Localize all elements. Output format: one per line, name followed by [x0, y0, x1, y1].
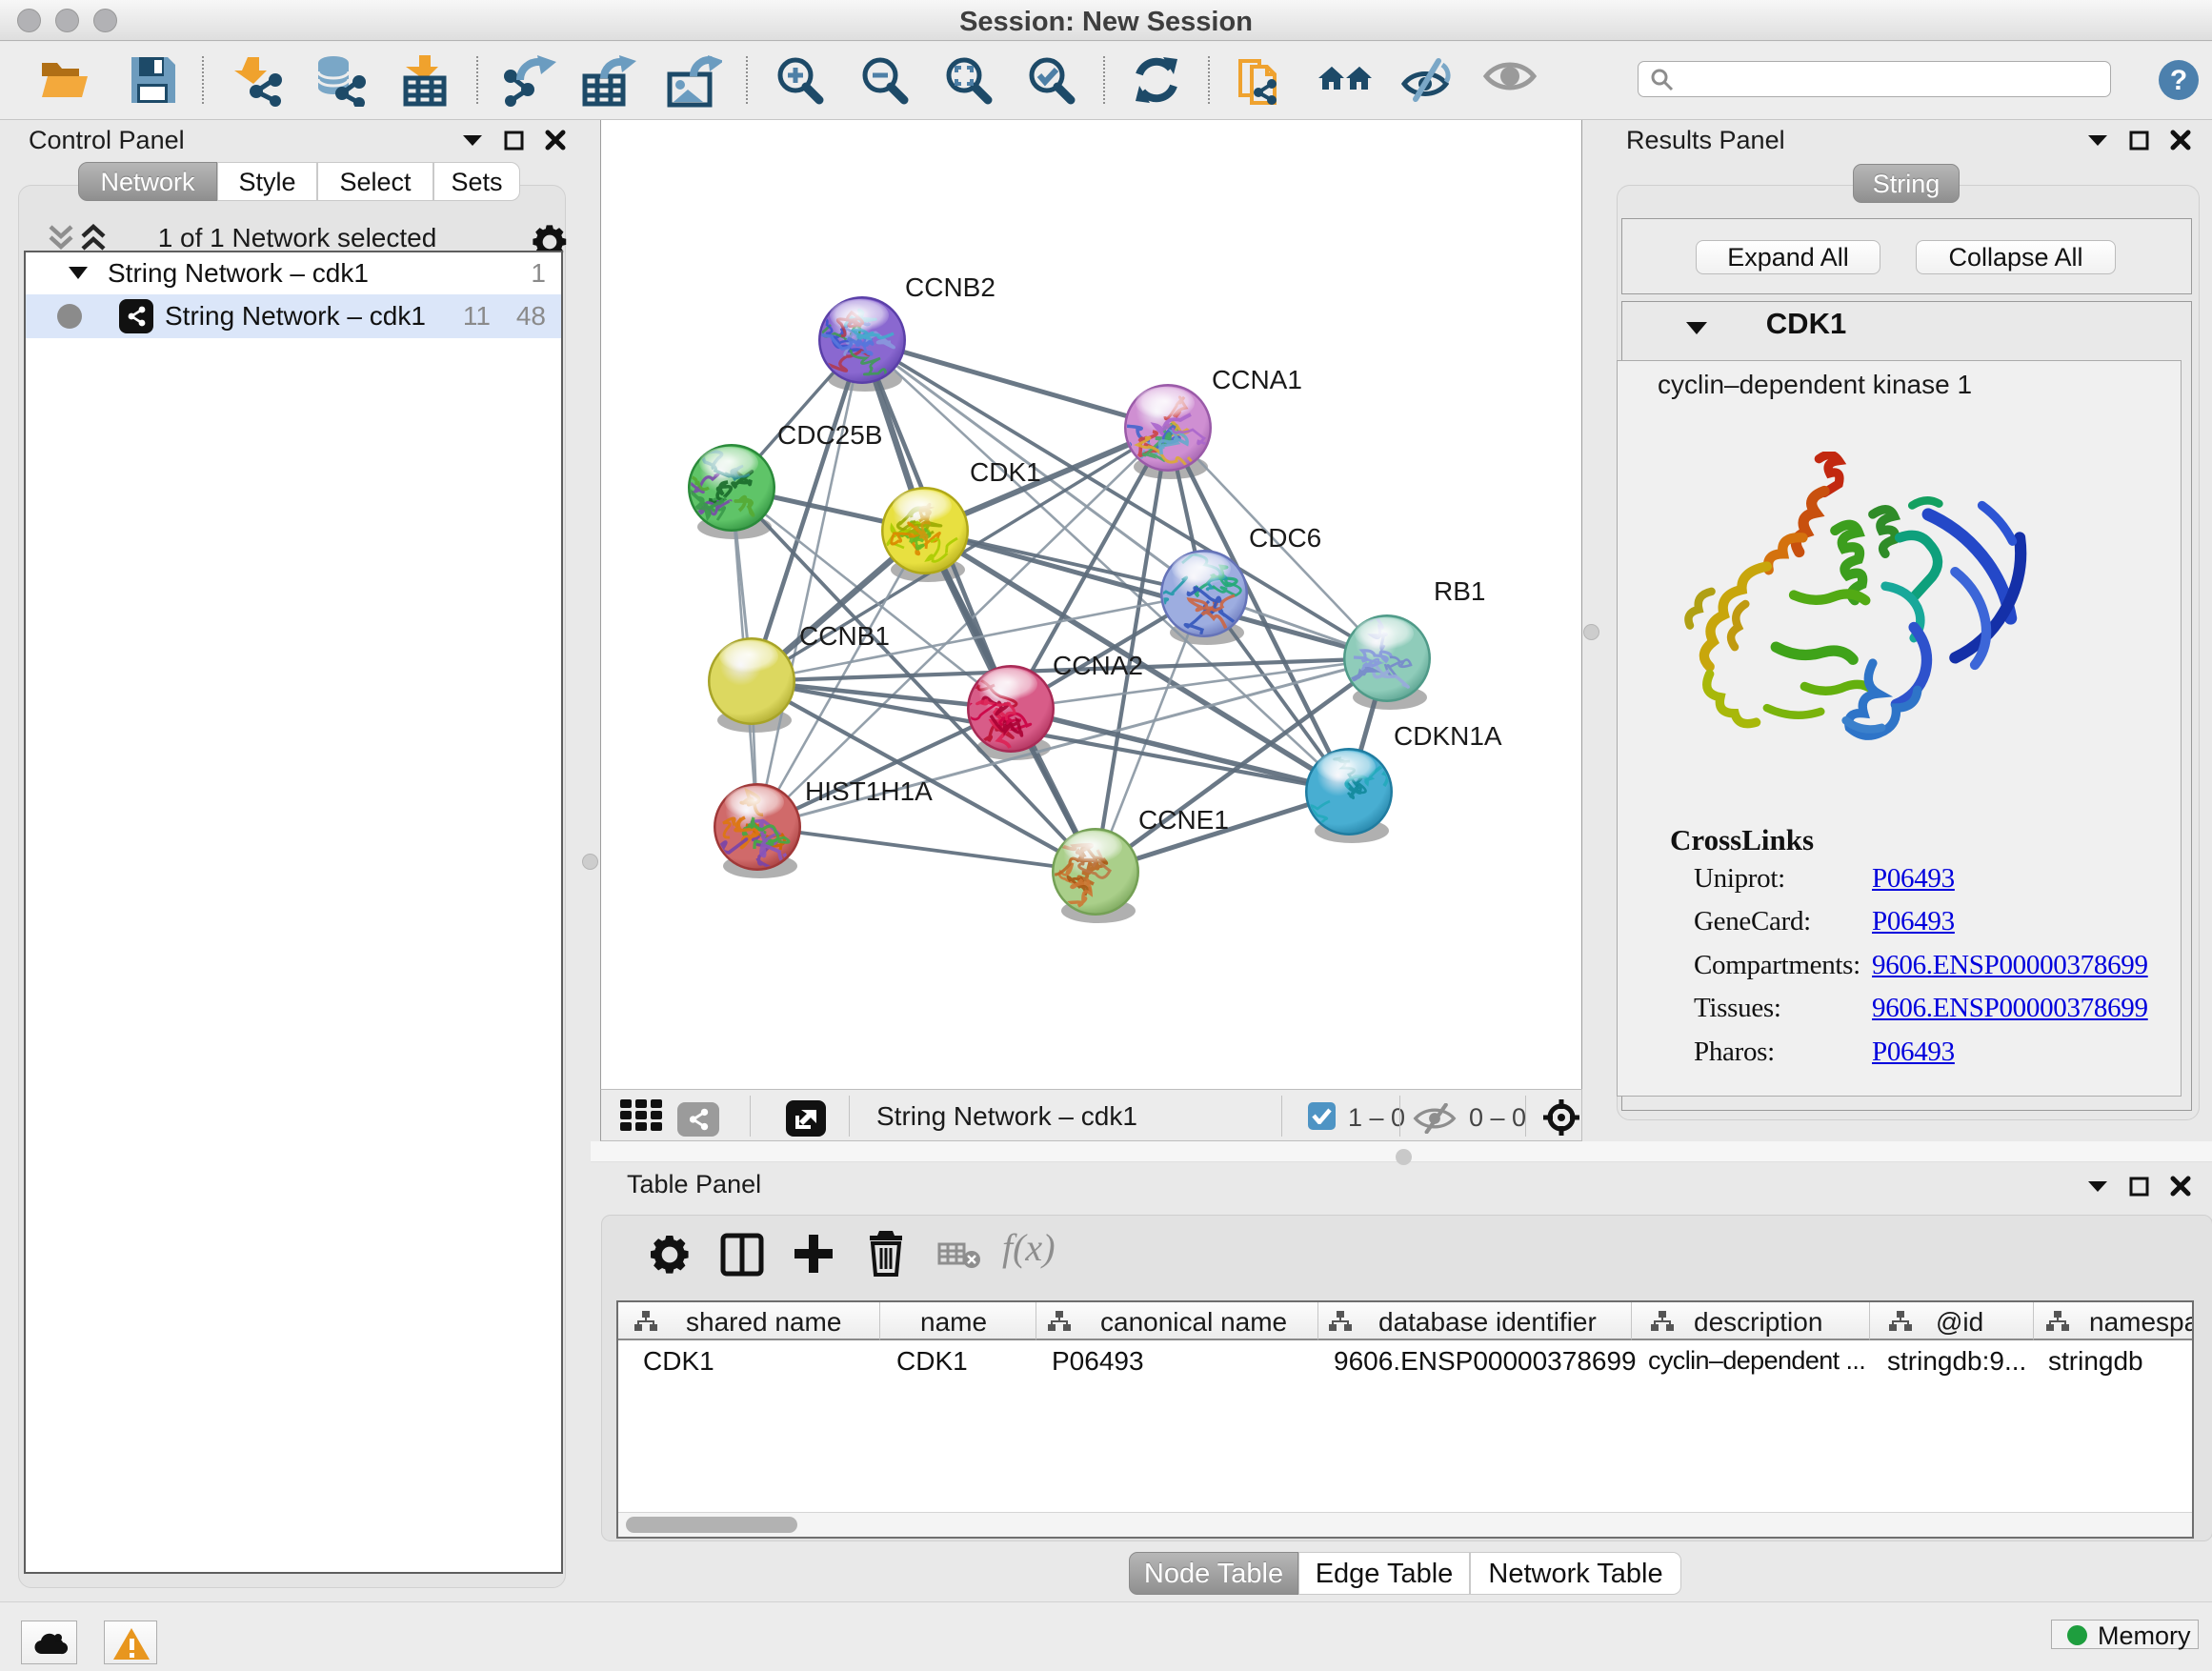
svg-text:CCNA2: CCNA2 [1053, 651, 1143, 680]
svg-text:CDC25B: CDC25B [777, 420, 882, 450]
svg-text:CDC6: CDC6 [1249, 523, 1321, 553]
svg-text:CCNB2: CCNB2 [905, 272, 995, 302]
svg-text:CCNB1: CCNB1 [799, 621, 890, 651]
svg-text:CCNE1: CCNE1 [1138, 805, 1229, 835]
svg-text:HIST1H1A: HIST1H1A [805, 776, 933, 806]
svg-text:?: ? [2170, 65, 2187, 96]
svg-text:CCNA1: CCNA1 [1212, 365, 1302, 394]
svg-text:RB1: RB1 [1434, 576, 1485, 606]
svg-text:CDKN1A: CDKN1A [1394, 721, 1502, 751]
svg-text:CDK1: CDK1 [970, 457, 1041, 487]
